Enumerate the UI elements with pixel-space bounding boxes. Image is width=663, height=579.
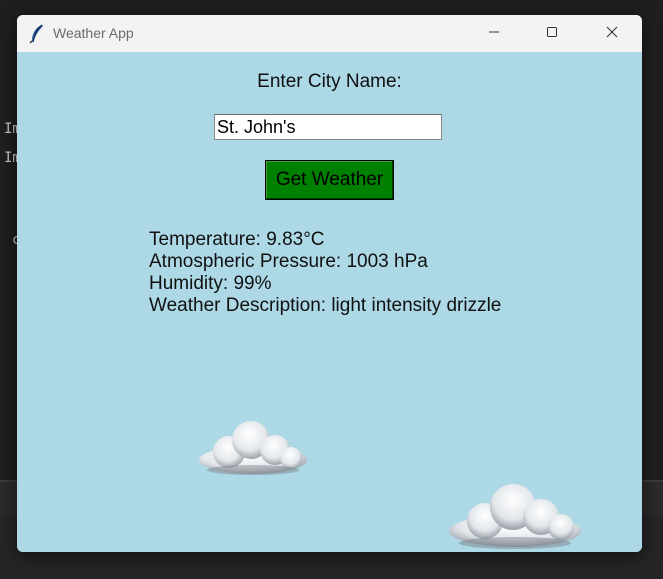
weather-app-window: Weather App Enter City Name: Get Weather… xyxy=(17,15,642,552)
app-content: Enter City Name: Get Weather Temperature… xyxy=(17,52,642,552)
city-input[interactable] xyxy=(214,114,442,140)
temperature-text: Temperature: 9.83°C xyxy=(149,229,325,250)
cloud-icon xyxy=(445,479,585,552)
weather-results: Temperature: 9.83°C Atmospheric Pressure… xyxy=(149,229,501,317)
background-code-top xyxy=(0,0,663,8)
get-weather-button[interactable]: Get Weather xyxy=(265,160,394,200)
maximize-button[interactable] xyxy=(523,15,581,52)
pressure-text: Atmospheric Pressure: 1003 hPa xyxy=(149,251,428,272)
close-button[interactable] xyxy=(583,15,641,52)
cloud-icon xyxy=(195,416,311,485)
minimize-icon xyxy=(488,25,500,43)
city-prompt-label: Enter City Name: xyxy=(257,71,402,92)
maximize-icon xyxy=(546,25,558,43)
window-title: Weather App xyxy=(53,25,134,41)
close-icon xyxy=(606,25,618,43)
title-bar[interactable]: Weather App xyxy=(17,15,642,52)
feather-icon xyxy=(29,24,45,44)
minimize-button[interactable] xyxy=(465,15,523,52)
humidity-text: Humidity: 99% xyxy=(149,273,272,294)
description-text: Weather Description: light intensity dri… xyxy=(149,295,502,316)
